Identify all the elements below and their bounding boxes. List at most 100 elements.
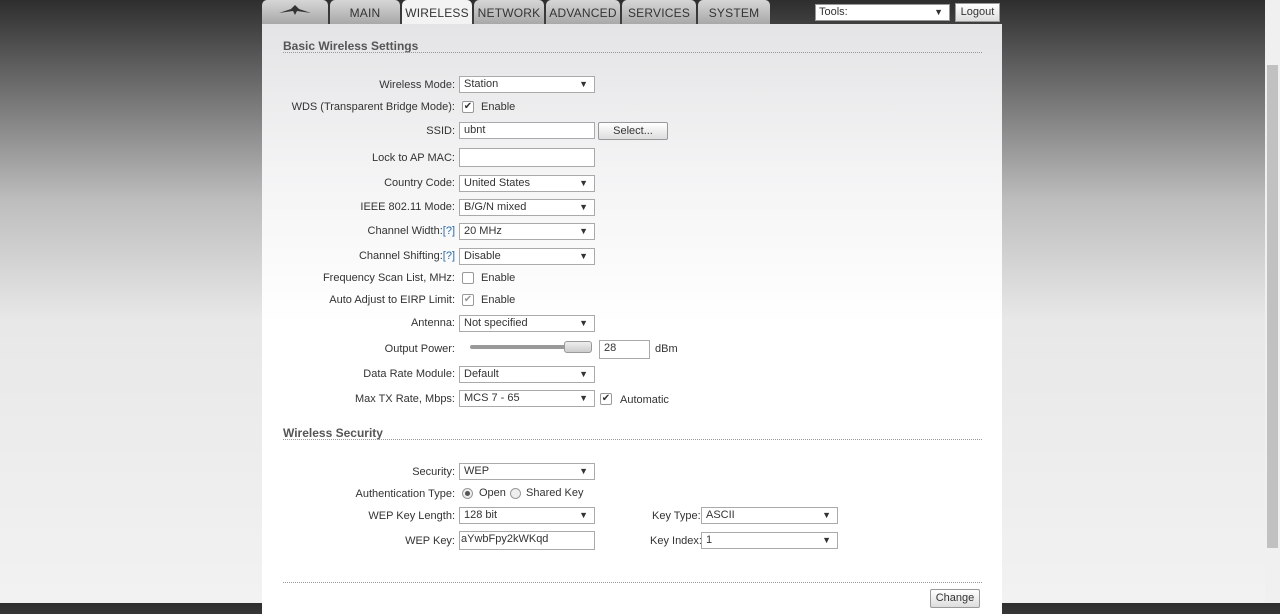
key-type-select[interactable]: ASCII ▼	[701, 507, 838, 524]
section-title: Basic Wireless Settings	[283, 39, 419, 53]
select-ssid-button[interactable]: Select...	[598, 122, 668, 140]
channel-width-select[interactable]: 20 MHz ▼	[459, 223, 595, 240]
security-select[interactable]: WEP ▼	[459, 463, 595, 480]
label: WDS (Transparent Bridge Mode):	[291, 101, 455, 113]
nav-tabs: MAIN WIRELESS NETWORK ADVANCED SERVICES …	[262, 0, 772, 24]
label: Auto Adjust to EIRP Limit:	[329, 294, 455, 306]
divider	[283, 439, 982, 440]
option-label: Automatic	[620, 394, 669, 406]
tools-select[interactable]: Tools: ▼	[815, 4, 950, 21]
label: Security:	[412, 466, 455, 478]
chevron-down-icon: ▼	[579, 466, 588, 476]
option-label: Open	[479, 487, 506, 499]
unit-label: dBm	[655, 343, 678, 355]
value: 20 MHz	[464, 225, 502, 237]
label: Output Power:	[384, 343, 455, 355]
option-label: Shared Key	[526, 487, 584, 499]
label: Max TX Rate, Mbps:	[354, 393, 455, 405]
chevron-down-icon: ▼	[579, 79, 588, 89]
data-rate-select[interactable]: Default ▼	[459, 366, 595, 383]
chevron-down-icon: ▼	[822, 510, 831, 520]
wireless-settings-panel: Basic Wireless Settings Wireless Mode: S…	[262, 24, 1002, 614]
label: Frequency Scan List, MHz:	[322, 272, 455, 284]
label: Wireless Mode:	[379, 79, 455, 91]
value: Disable	[464, 250, 501, 262]
wds-checkbox[interactable]: ✔	[462, 101, 474, 113]
auth-open-radio[interactable]	[462, 488, 473, 499]
tab-services[interactable]: SERVICES	[622, 0, 696, 24]
ieee-mode-select[interactable]: B/G/N mixed ▼	[459, 199, 595, 216]
freq-scan-checkbox[interactable]	[462, 272, 474, 284]
output-power-input[interactable]: 28	[599, 340, 650, 359]
automatic-checkbox[interactable]: ✔	[600, 393, 612, 405]
option-label: Enable	[481, 272, 516, 284]
wep-key-input[interactable]: aYwbFpy2kWKqd	[459, 531, 595, 550]
auth-shared-radio[interactable]	[510, 488, 521, 499]
scrollbar-thumb[interactable]	[1267, 65, 1278, 548]
max-tx-rate-select[interactable]: MCS 7 - 65 ▼	[459, 390, 595, 407]
label: Lock to AP MAC:	[372, 152, 455, 164]
value: Station	[464, 78, 499, 90]
option-label: Enable	[481, 101, 516, 113]
value: 1	[706, 534, 713, 546]
label: Data Rate Module:	[363, 368, 455, 380]
output-power-slider-handle[interactable]	[564, 341, 592, 353]
scrollbar[interactable]	[1265, 0, 1280, 603]
label: WEP Key Length:	[368, 510, 455, 522]
chevron-down-icon: ▼	[579, 226, 588, 236]
label: Key Type:	[652, 510, 701, 522]
value: Not specified	[464, 317, 528, 329]
eirp-checkbox[interactable]: ✔	[462, 294, 474, 306]
divider	[283, 582, 982, 583]
value: ASCII	[706, 509, 735, 521]
output-power-slider-track[interactable]	[470, 345, 570, 349]
ssid-input[interactable]: ubnt	[459, 122, 595, 139]
chevron-down-icon: ▼	[822, 535, 831, 545]
chevron-down-icon: ▼	[934, 7, 943, 17]
label: WEP Key:	[405, 535, 455, 547]
antenna-select[interactable]: Not specified ▼	[459, 315, 595, 332]
value: B/G/N mixed	[464, 201, 527, 213]
divider	[283, 52, 982, 53]
value: 128 bit	[464, 509, 498, 521]
section-title: Wireless Security	[283, 426, 383, 440]
label: Channel Width:[?]	[368, 225, 455, 237]
tab-advanced[interactable]: ADVANCED	[546, 0, 620, 24]
value: Default	[464, 368, 499, 380]
chevron-down-icon: ▼	[579, 393, 588, 403]
key-index-select[interactable]: 1 ▼	[701, 532, 838, 549]
label: IEEE 802.11 Mode:	[360, 201, 455, 213]
chevron-down-icon: ▼	[579, 510, 588, 520]
lock-ap-mac-input[interactable]	[459, 148, 595, 167]
help-link[interactable]: [?]	[443, 225, 455, 237]
label: Country Code:	[384, 177, 455, 189]
label: Key Index:	[650, 535, 702, 547]
logout-button[interactable]: Logout	[955, 3, 1000, 22]
change-button[interactable]: Change	[930, 589, 980, 608]
tools-value: Tools:	[819, 6, 848, 18]
tab-main[interactable]: MAIN	[330, 0, 400, 24]
tab-system[interactable]: SYSTEM	[698, 0, 770, 24]
label: SSID:	[426, 125, 455, 137]
label-text: Channel Width:	[367, 225, 443, 237]
chevron-down-icon: ▼	[579, 318, 588, 328]
value: WEP	[464, 465, 490, 477]
wep-key-length-select[interactable]: 128 bit ▼	[459, 507, 595, 524]
value: MCS 7 - 65	[464, 392, 520, 404]
value: United States	[464, 177, 531, 189]
country-code-select[interactable]: United States ▼	[459, 175, 595, 192]
chevron-down-icon: ▼	[579, 369, 588, 379]
option-label: Enable	[481, 294, 516, 306]
ubiquiti-logo-icon	[279, 5, 311, 15]
label: Authentication Type:	[355, 488, 455, 500]
channel-shifting-select[interactable]: Disable ▼	[459, 248, 595, 265]
label: Channel Shifting:[?]	[359, 250, 455, 262]
chevron-down-icon: ▼	[579, 251, 588, 261]
wireless-mode-select[interactable]: Station ▼	[459, 76, 595, 93]
help-link[interactable]: [?]	[443, 250, 455, 262]
chevron-down-icon: ▼	[579, 178, 588, 188]
chevron-down-icon: ▼	[579, 202, 588, 212]
tab-wireless[interactable]: WIRELESS	[402, 0, 472, 24]
ubiquiti-logo-tab[interactable]	[262, 0, 328, 24]
tab-network[interactable]: NETWORK	[474, 0, 544, 24]
